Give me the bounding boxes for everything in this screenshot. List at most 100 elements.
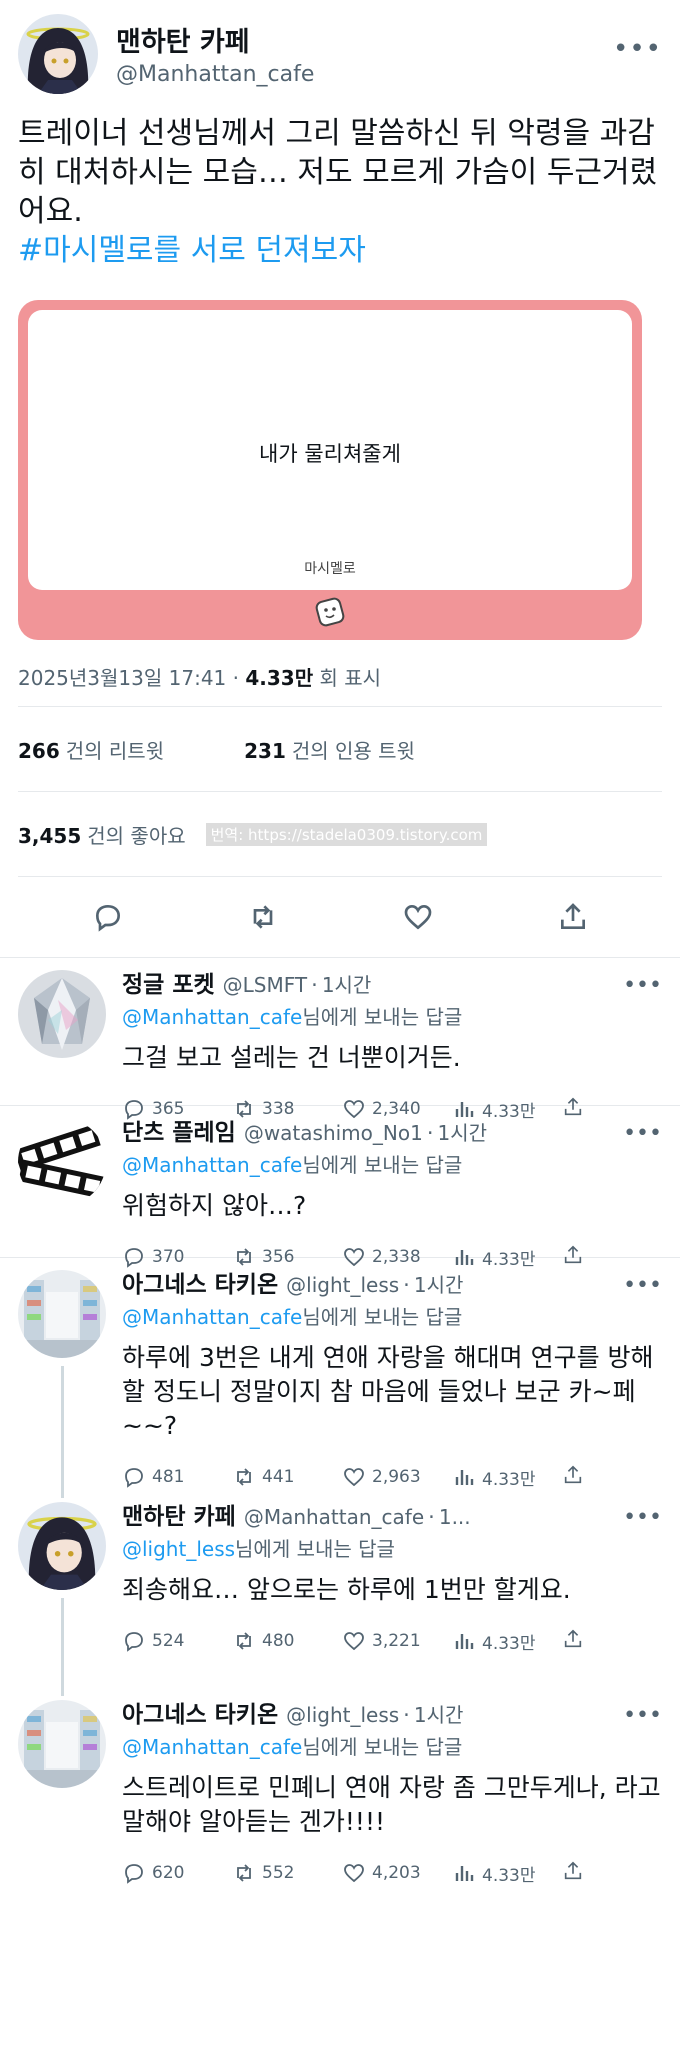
reply-tweet[interactable]: 아그네스 타키온 @light_less · 1시간 ••• @Manhatta… (0, 1258, 680, 1498)
quote-count: 231 (244, 738, 286, 763)
replying-to-label: 님에게 보내는 답글 (302, 1153, 463, 1177)
separator-dot: · (428, 1505, 435, 1529)
share-button[interactable] (562, 1860, 584, 1887)
retweet-count: 552 (262, 1863, 295, 1883)
replying-to: @Manhattan_cafe님에게 보내는 답글 (122, 1001, 662, 1033)
reply-tweet[interactable]: 맨하탄 카페 @Manhattan_cafe · 1... ••• @light… (0, 1490, 680, 1696)
author-handle[interactable]: @Manhattan_cafe (116, 60, 314, 90)
author-name[interactable]: 맨하탄 카페 (116, 26, 314, 60)
avatar-film-strip[interactable] (18, 1118, 106, 1206)
share-icon[interactable] (557, 901, 589, 933)
mention-link[interactable]: @Manhattan_cafe (122, 1735, 302, 1759)
reply-button[interactable]: 524 (122, 1629, 232, 1653)
reply-text: 그걸 보고 설레는 건 너뿐이거든. (122, 1043, 461, 1072)
replying-to: @Manhattan_cafe님에게 보내는 답글 (122, 1149, 662, 1181)
replying-to: @Manhattan_cafe님에게 보내는 답글 (122, 1301, 662, 1333)
views-button[interactable]: 4.33만 (452, 1629, 562, 1654)
like-button[interactable]: 3,221 (342, 1629, 452, 1653)
like-count: 3,221 (372, 1631, 421, 1651)
more-options-icon[interactable]: ••• (623, 1271, 662, 1301)
like-button[interactable]: 2,963 (342, 1465, 452, 1489)
avatar-diamond[interactable] (18, 970, 106, 1058)
share-icon (564, 1629, 582, 1647)
retweet-icon (237, 1468, 251, 1486)
views-button[interactable]: 4.33만 (452, 1465, 562, 1490)
avatar-manhattan-cafe[interactable] (18, 1502, 106, 1590)
reply-icon[interactable] (92, 901, 124, 933)
mention-link[interactable]: @Manhattan_cafe (122, 1005, 302, 1029)
separator-dot: · (426, 1121, 434, 1145)
more-options-icon[interactable]: ••• (623, 1701, 662, 1731)
quote-label: 건의 인용 트윗 (291, 738, 415, 763)
retweet-button[interactable]: 552 (232, 1861, 342, 1885)
like-icon (344, 1468, 364, 1487)
views-icon (455, 1470, 474, 1485)
replying-to-label: 님에게 보내는 답글 (302, 1005, 463, 1029)
like-count: 3,455 (18, 823, 82, 848)
reply-button[interactable]: 481 (122, 1465, 232, 1489)
reply-author-name[interactable]: 단츠 플레임 (122, 1118, 236, 1148)
reply-tweet[interactable]: 아그네스 타키온 @light_less · 1시간 ••• @Manhatta… (0, 1688, 680, 1924)
card-message-box: 내가 물리쳐줄게 마시멜로 (28, 310, 632, 590)
hashtag-link[interactable]: #마시멜로를 서로 던져보자 (18, 231, 662, 270)
mention-link[interactable]: @Manhattan_cafe (122, 1305, 302, 1329)
reply-author-name[interactable]: 정글 포켓 (122, 970, 215, 1000)
like-icon[interactable] (402, 901, 434, 933)
avatar-manhattan-cafe[interactable] (18, 14, 98, 94)
translation-watermark: 번역: https://stadela0309.tistory.com (205, 822, 488, 846)
retweet-count: 480 (262, 1631, 295, 1651)
share-button[interactable] (562, 1464, 584, 1491)
avatar-lab[interactable] (18, 1270, 106, 1358)
more-options-icon[interactable]: ••• (623, 1503, 662, 1533)
reply-time[interactable]: 1시간 (414, 1700, 464, 1730)
retweet-icon[interactable] (247, 901, 279, 933)
reply-text: 하루에 3번은 내게 연애 자랑을 해대며 연구를 방해할 정도니 정말이지 참… (122, 1343, 654, 1440)
marshmallow-logo-icon (315, 597, 345, 627)
more-options-icon[interactable]: ••• (613, 14, 662, 64)
like-icon (344, 1632, 364, 1651)
quote-stat[interactable]: 231 건의 인용 트윗 (244, 735, 415, 764)
retweet-button[interactable]: 480 (232, 1629, 342, 1653)
reply-tweet[interactable]: 단츠 플레임 @watashimo_No1 · 1시간 ••• @Manhatt… (0, 1106, 680, 1270)
card-label: 마시멜로 (304, 561, 356, 577)
reply-button[interactable]: 620 (122, 1861, 232, 1885)
reply-author-name[interactable]: 아그네스 타키온 (122, 1270, 278, 1300)
marshmallow-card[interactable]: 내가 물리쳐줄게 마시멜로 (18, 300, 642, 640)
reply-time[interactable]: 1... (439, 1502, 471, 1532)
tweet-actions (0, 877, 680, 957)
reply-author-handle[interactable]: @watashimo_No1 (244, 1118, 423, 1148)
reply-time[interactable]: 1시간 (438, 1118, 488, 1148)
tweet-meta: 2025년3월13일 17:41 · 4.33만 회 표시 (18, 666, 382, 690)
tweet-timestamp[interactable]: 2025년3월13일 17:41 (18, 666, 226, 690)
reply-author-handle[interactable]: @Manhattan_cafe (244, 1502, 424, 1532)
like-icon (344, 1864, 364, 1883)
reply-time[interactable]: 1시간 (414, 1270, 464, 1300)
mention-link[interactable]: @Manhattan_cafe (122, 1153, 302, 1177)
reply-icon (125, 1632, 143, 1652)
separator-dot: · (403, 1703, 410, 1727)
retweet-icon (237, 1632, 251, 1650)
reply-count: 524 (152, 1631, 185, 1651)
main-tweet-header: 맨하탄 카페 @Manhattan_cafe ••• (0, 0, 680, 112)
retweet-button[interactable]: 441 (232, 1465, 342, 1489)
tweet-thread-page: 맨하탄 카페 @Manhattan_cafe ••• 트레이너 선생님께서 그리… (0, 0, 680, 1924)
reply-time[interactable]: 1시간 (322, 970, 372, 1000)
avatar-lab[interactable] (18, 1700, 106, 1788)
views-button[interactable]: 4.33만 (452, 1861, 562, 1886)
more-options-icon[interactable]: ••• (623, 971, 662, 1001)
reply-tweet[interactable]: 정글 포켓 @LSMFT · 1시간 ••• @Manhattan_cafe님에… (0, 958, 680, 1122)
like-stats: 3,455 건의 좋아요 번역: https://stadela0309.tist… (0, 792, 680, 876)
reply-author-handle[interactable]: @LSMFT (223, 970, 307, 1000)
share-button[interactable] (562, 1628, 584, 1655)
more-options-icon[interactable]: ••• (623, 1119, 662, 1149)
reply-author-handle[interactable]: @light_less (286, 1700, 399, 1730)
mention-link[interactable]: @light_less (122, 1537, 235, 1561)
like-stat[interactable]: 3,455 건의 좋아요 (18, 820, 186, 849)
replying-to-label: 님에게 보내는 답글 (302, 1735, 463, 1759)
reply-author-name[interactable]: 맨하탄 카페 (122, 1502, 236, 1532)
replying-to-label: 님에게 보내는 답글 (235, 1537, 395, 1561)
retweet-stat[interactable]: 266 건의 리트윗 (18, 735, 164, 764)
reply-author-name[interactable]: 아그네스 타키온 (122, 1700, 278, 1730)
like-button[interactable]: 4,203 (342, 1861, 452, 1885)
reply-author-handle[interactable]: @light_less (286, 1270, 399, 1300)
